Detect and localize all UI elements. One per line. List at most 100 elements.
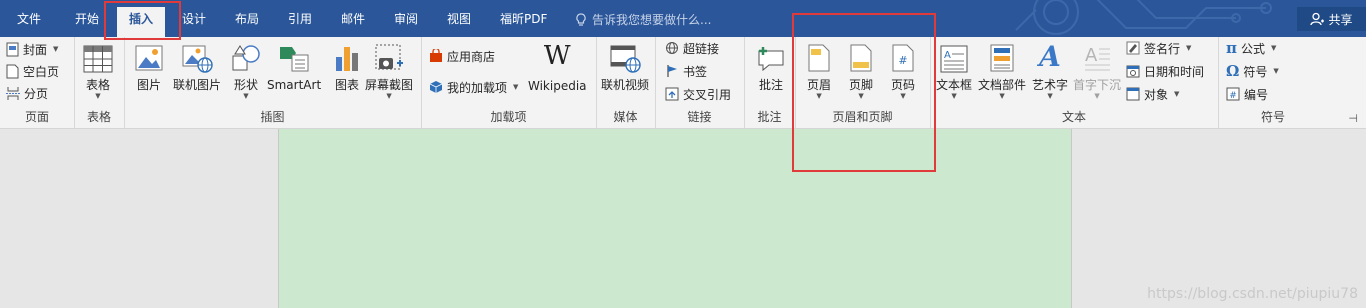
share-button[interactable]: 共享 xyxy=(1297,7,1366,31)
watermark-text: https://blog.csdn.net/piupiu78 xyxy=(1147,286,1358,302)
online-video-button[interactable]: 联机视频 xyxy=(601,41,649,92)
signature-pen-icon xyxy=(1126,41,1140,55)
tab-layout[interactable]: 布局 xyxy=(235,11,259,27)
tell-me-placeholder: 告诉我您想要做什么... xyxy=(592,13,712,27)
textbox-button[interactable]: A 文本框 ▼ xyxy=(936,41,972,101)
ribbon-tab-bar: 文件 开始 插入 设计 布局 引用 邮件 审阅 视图 福昕PDF 告诉我您想要做… xyxy=(0,0,1366,37)
picture-icon xyxy=(135,45,163,71)
group-tables: 表格 ▼ 表格 xyxy=(74,37,125,128)
number-button[interactable]: # 编号 xyxy=(1226,84,1268,104)
tab-review[interactable]: 审阅 xyxy=(394,11,418,27)
cross-reference-button[interactable]: 交叉引用 xyxy=(665,84,731,104)
screenshot-button[interactable]: 屏幕截图 ▼ xyxy=(365,41,413,101)
blank-page-icon xyxy=(6,64,19,78)
document-page[interactable] xyxy=(278,129,1072,308)
screenshot-icon xyxy=(375,44,403,70)
group-symbols: π 公式 ▼ Ω 符号 ▼ # 编号 符号 ⊣ xyxy=(1218,37,1366,128)
hyperlink-button[interactable]: 超链接 xyxy=(665,38,719,58)
group-links: 超链接 书签 交叉引用 链接 xyxy=(655,37,745,128)
wikipedia-button[interactable]: W Wikipedia xyxy=(528,41,587,93)
table-icon xyxy=(83,45,113,73)
dropdown-arrow-icon: ▼ xyxy=(95,92,101,100)
share-label: 共享 xyxy=(1328,12,1353,27)
svg-text:#: # xyxy=(1229,91,1237,101)
dropdown-arrow-icon: ▼ xyxy=(243,92,249,100)
store-bag-icon xyxy=(430,49,442,62)
document-area: https://blog.csdn.net/piupiu78 xyxy=(0,129,1366,308)
group-illustrations: 图片 联机图片 形状 ▼ SmartArt 图表 屏幕截图 ▼ 插图 xyxy=(124,37,422,128)
comment-button[interactable]: 批注 xyxy=(755,41,787,92)
wordart-a-icon: A xyxy=(1039,40,1061,73)
dropdown-arrow-icon: ▼ xyxy=(816,92,822,100)
circuit-decoration xyxy=(1015,0,1272,35)
symbol-button[interactable]: Ω 符号 ▼ xyxy=(1226,61,1279,81)
number-hash-icon: # xyxy=(1226,87,1240,101)
lightbulb-icon xyxy=(576,12,586,26)
quick-parts-icon xyxy=(990,44,1014,72)
smartart-button[interactable]: SmartArt xyxy=(267,41,321,92)
quick-parts-button[interactable]: 文档部件 ▼ xyxy=(978,41,1026,101)
svg-text:#: # xyxy=(898,54,907,67)
person-icon xyxy=(1310,12,1325,26)
online-picture-button[interactable]: 联机图片 xyxy=(173,41,221,92)
cross-reference-icon xyxy=(665,87,679,101)
page-break-icon xyxy=(6,86,20,100)
tab-view[interactable]: 视图 xyxy=(447,11,471,27)
online-picture-icon xyxy=(182,45,213,73)
group-media: 联机视频 媒体 xyxy=(596,37,656,128)
textbox-icon: A xyxy=(940,45,968,73)
tab-references[interactable]: 引用 xyxy=(288,11,312,27)
wikipedia-w-icon: W xyxy=(543,41,571,71)
dropdown-arrow-icon: ▼ xyxy=(858,92,864,100)
object-icon xyxy=(1126,87,1140,101)
date-time-button[interactable]: 日期和时间 xyxy=(1126,61,1204,81)
my-addins-button[interactable]: 我的加载项 ▼ xyxy=(429,77,518,97)
signature-line-button[interactable]: 签名行 ▼ xyxy=(1126,38,1191,58)
tell-me-search[interactable]: 告诉我您想要做什么... xyxy=(575,11,711,28)
dropdown-arrow-icon: ▼ xyxy=(386,92,392,100)
shapes-button[interactable]: 形状 ▼ xyxy=(231,41,261,101)
group-label-text: 文本 xyxy=(1061,110,1086,124)
object-button[interactable]: 对象 ▼ xyxy=(1126,84,1179,104)
picture-button[interactable]: 图片 xyxy=(134,41,164,92)
group-label-media: 媒体 xyxy=(613,110,638,124)
cover-page-button[interactable]: 封面 ▼ xyxy=(6,39,58,59)
blank-page-button[interactable]: 空白页 xyxy=(6,61,59,81)
dropdown-arrow-icon: ▼ xyxy=(1047,92,1053,100)
equation-button[interactable]: π 公式 ▼ xyxy=(1226,38,1276,58)
footer-button[interactable]: 页脚 ▼ xyxy=(849,41,873,101)
pi-icon: π xyxy=(1226,39,1237,57)
store-button[interactable]: 应用商店 xyxy=(429,46,495,66)
bar-chart-icon xyxy=(336,47,358,71)
ribbon: 封面 ▼ 空白页 分页 页面 表格 ▼ 表格 图片 联机图片 形状 ▼ Smar… xyxy=(0,37,1366,129)
group-label-illustrations: 插图 xyxy=(260,110,285,124)
tab-design[interactable]: 设计 xyxy=(182,11,206,27)
table-button[interactable]: 表格 ▼ xyxy=(83,41,113,101)
drop-cap-button[interactable]: A 首字下沉 ▼ xyxy=(1073,41,1121,101)
group-label-symbols: 符号 xyxy=(1260,110,1285,124)
pin-ribbon-icon[interactable]: ⊣ xyxy=(1348,112,1358,125)
tab-home[interactable]: 开始 xyxy=(75,11,99,27)
dropdown-arrow-icon: ▼ xyxy=(1094,92,1100,100)
online-video-icon xyxy=(610,45,641,73)
chart-button[interactable]: 图表 xyxy=(333,41,361,92)
group-addins: 应用商店 我的加载项 ▼ W Wikipedia 加载项 xyxy=(421,37,597,128)
bookmark-button[interactable]: 书签 xyxy=(665,61,707,81)
dropdown-arrow-icon: ▼ xyxy=(900,92,906,100)
hyperlink-chain-icon xyxy=(666,42,678,54)
calendar-icon xyxy=(1126,65,1140,78)
wordart-button[interactable]: A 艺术字 ▼ xyxy=(1032,41,1068,101)
tab-foxit-pdf[interactable]: 福昕PDF xyxy=(500,11,547,27)
header-button[interactable]: 页眉 ▼ xyxy=(807,41,831,101)
group-label-links: 链接 xyxy=(687,110,712,124)
bookmark-flag-icon xyxy=(667,65,677,77)
page-break-button[interactable]: 分页 xyxy=(6,83,48,103)
tab-insert[interactable]: 插入 xyxy=(117,7,166,37)
tab-mailings[interactable]: 邮件 xyxy=(341,11,365,27)
group-pages: 封面 ▼ 空白页 分页 页面 xyxy=(0,37,75,128)
omega-icon: Ω xyxy=(1226,62,1240,80)
tab-file[interactable]: 文件 xyxy=(17,11,41,27)
cover-page-icon xyxy=(6,42,19,56)
page-number-button[interactable]: # 页码 ▼ xyxy=(891,41,915,101)
addin-cube-icon xyxy=(429,81,443,93)
